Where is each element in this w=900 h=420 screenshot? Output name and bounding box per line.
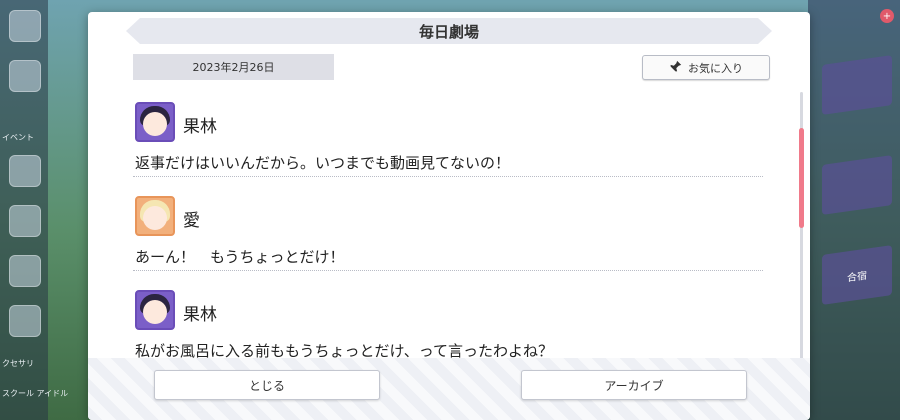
expand-icon (9, 305, 41, 337)
gift-icon (9, 155, 41, 187)
avatar-ai (135, 196, 175, 236)
dialog-title: 毎日劇場 (126, 18, 772, 44)
bg-tile (822, 155, 892, 215)
avatar-karin (135, 102, 175, 142)
menu-icon (9, 10, 41, 42)
speaker-name: 愛 (183, 211, 200, 231)
background-sidebar: イベント クセサリ スクール アイドル (0, 0, 68, 420)
avatar-karin (135, 290, 175, 330)
message-item: 愛 あーん！ もうちょっとだけ！ (133, 192, 765, 286)
speaker-name: 果林 (183, 305, 217, 325)
message-text: あーん！ もうちょっとだけ！ (135, 248, 345, 266)
background-right-panel: 合宿 (808, 0, 900, 420)
trophy-icon (9, 255, 41, 287)
bg-tile-camp: 合宿 (822, 245, 892, 305)
favorite-button[interactable]: お気に入り (642, 55, 770, 80)
message-item: 果林 返事だけはいいんだから。いつまでも動画見てないの！ (133, 98, 765, 192)
message-list[interactable]: 果林 返事だけはいいんだから。いつまでも動画見てないの！ 愛 あーん！ もうちょ… (133, 98, 765, 368)
chat-icon (9, 60, 41, 92)
divider (133, 270, 763, 271)
speaker-name: 果林 (183, 117, 217, 137)
date-label: 2023年2月26日 (133, 54, 334, 80)
archive-button[interactable]: アーカイブ (521, 370, 747, 400)
bg-tile (822, 55, 892, 115)
bg-label-school-idol: スクール アイドル (2, 389, 69, 398)
bg-label-event: イベント (2, 133, 34, 142)
message-text: 返事だけはいいんだから。いつまでも動画見てないの！ (135, 154, 511, 172)
top-right-badge: + (810, 4, 894, 28)
bg-label-accessory: クセサリ (2, 359, 34, 368)
pin-icon (669, 60, 682, 76)
divider (133, 176, 763, 177)
plus-icon: + (880, 9, 894, 23)
screen-icon (9, 205, 41, 237)
favorite-label: お気に入り (688, 61, 743, 75)
daily-theater-dialog: 毎日劇場 2023年2月26日 お気に入り 果林 返事だけはいいんだから。いつま… (88, 12, 810, 420)
scrollbar-thumb[interactable] (799, 128, 804, 228)
message-item: 果林 私がお風呂に入る前ももうちょっとだけ、って言ったわよね？ (133, 286, 765, 368)
close-button[interactable]: とじる (154, 370, 380, 400)
